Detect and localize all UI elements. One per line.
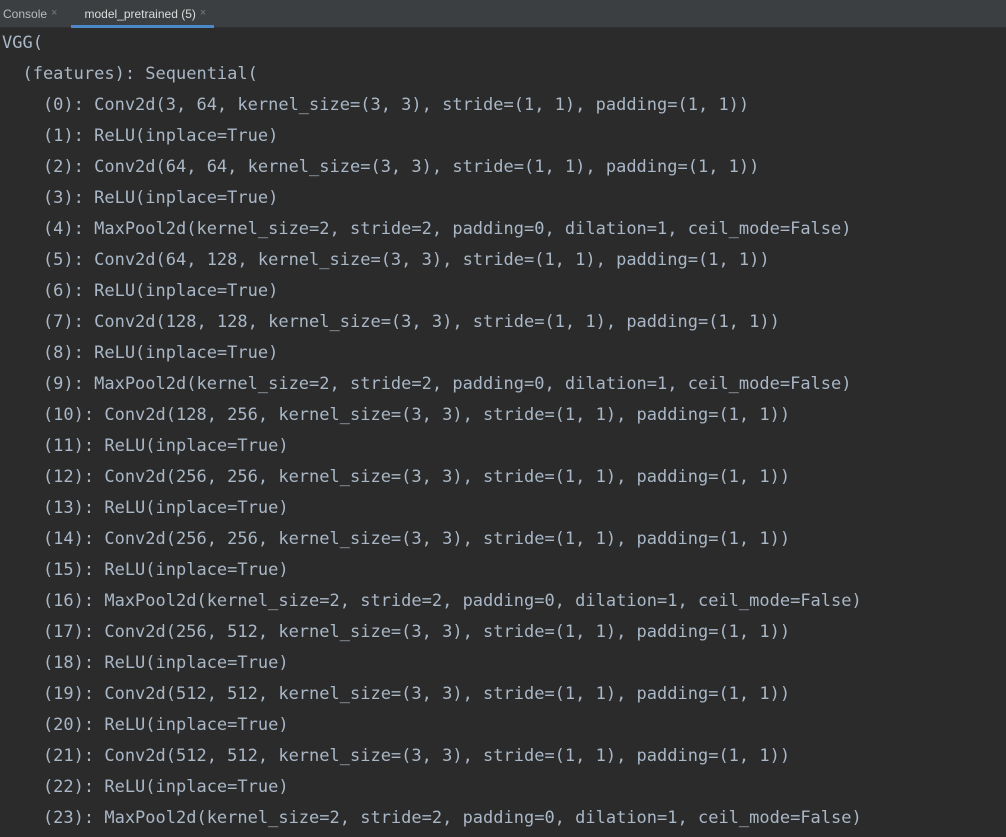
console-line: (7): Conv2d(128, 128, kernel_size=(3, 3)…	[2, 312, 780, 332]
console-line: (15): ReLU(inplace=True)	[2, 560, 289, 580]
console-output[interactable]: VGG( (features): Sequential( (0): Conv2d…	[0, 28, 1006, 834]
console-line: (17): Conv2d(256, 512, kernel_size=(3, 3…	[2, 622, 791, 642]
console-line: (19): Conv2d(512, 512, kernel_size=(3, 3…	[2, 684, 791, 704]
console-line: (3): ReLU(inplace=True)	[2, 188, 279, 208]
console-line: (22): ReLU(inplace=True)	[2, 777, 289, 797]
close-icon[interactable]: ×	[51, 8, 57, 19]
console-line: (2): Conv2d(64, 64, kernel_size=(3, 3), …	[2, 157, 760, 177]
tab-bar: Console × model_pretrained (5) ×	[0, 0, 1006, 28]
ide-console-window: Console × model_pretrained (5) × VGG( (f…	[0, 0, 1006, 837]
console-line: (5): Conv2d(64, 128, kernel_size=(3, 3),…	[2, 250, 770, 270]
console-line: (23): MaxPool2d(kernel_size=2, stride=2,…	[2, 808, 862, 828]
console-line: (21): Conv2d(512, 512, kernel_size=(3, 3…	[2, 746, 791, 766]
tab-model-pretrained-label: model_pretrained (5)	[84, 6, 196, 21]
close-icon[interactable]: ×	[200, 8, 206, 19]
tab-model-pretrained[interactable]: model_pretrained (5) ×	[71, 0, 215, 28]
console-line: (13): ReLU(inplace=True)	[2, 498, 289, 518]
console-line: (1): ReLU(inplace=True)	[2, 126, 279, 146]
tab-console-label: Console	[3, 6, 48, 21]
tab-console[interactable]: Console ×	[0, 0, 65, 27]
console-line: (10): Conv2d(128, 256, kernel_size=(3, 3…	[2, 405, 791, 425]
console-line: VGG(	[2, 33, 43, 53]
console-line: (20): ReLU(inplace=True)	[2, 715, 289, 735]
console-line: (12): Conv2d(256, 256, kernel_size=(3, 3…	[2, 467, 791, 487]
console-line: (16): MaxPool2d(kernel_size=2, stride=2,…	[2, 591, 862, 611]
console-line: (11): ReLU(inplace=True)	[2, 436, 289, 456]
console-line: (9): MaxPool2d(kernel_size=2, stride=2, …	[2, 374, 852, 394]
console-line: (8): ReLU(inplace=True)	[2, 343, 279, 363]
console-line: (6): ReLU(inplace=True)	[2, 281, 279, 301]
console-line: (4): MaxPool2d(kernel_size=2, stride=2, …	[2, 219, 852, 239]
console-line: (0): Conv2d(3, 64, kernel_size=(3, 3), s…	[2, 95, 750, 115]
console-line: (18): ReLU(inplace=True)	[2, 653, 289, 673]
console-line: (features): Sequential(	[2, 64, 258, 84]
console-line: (14): Conv2d(256, 256, kernel_size=(3, 3…	[2, 529, 791, 549]
